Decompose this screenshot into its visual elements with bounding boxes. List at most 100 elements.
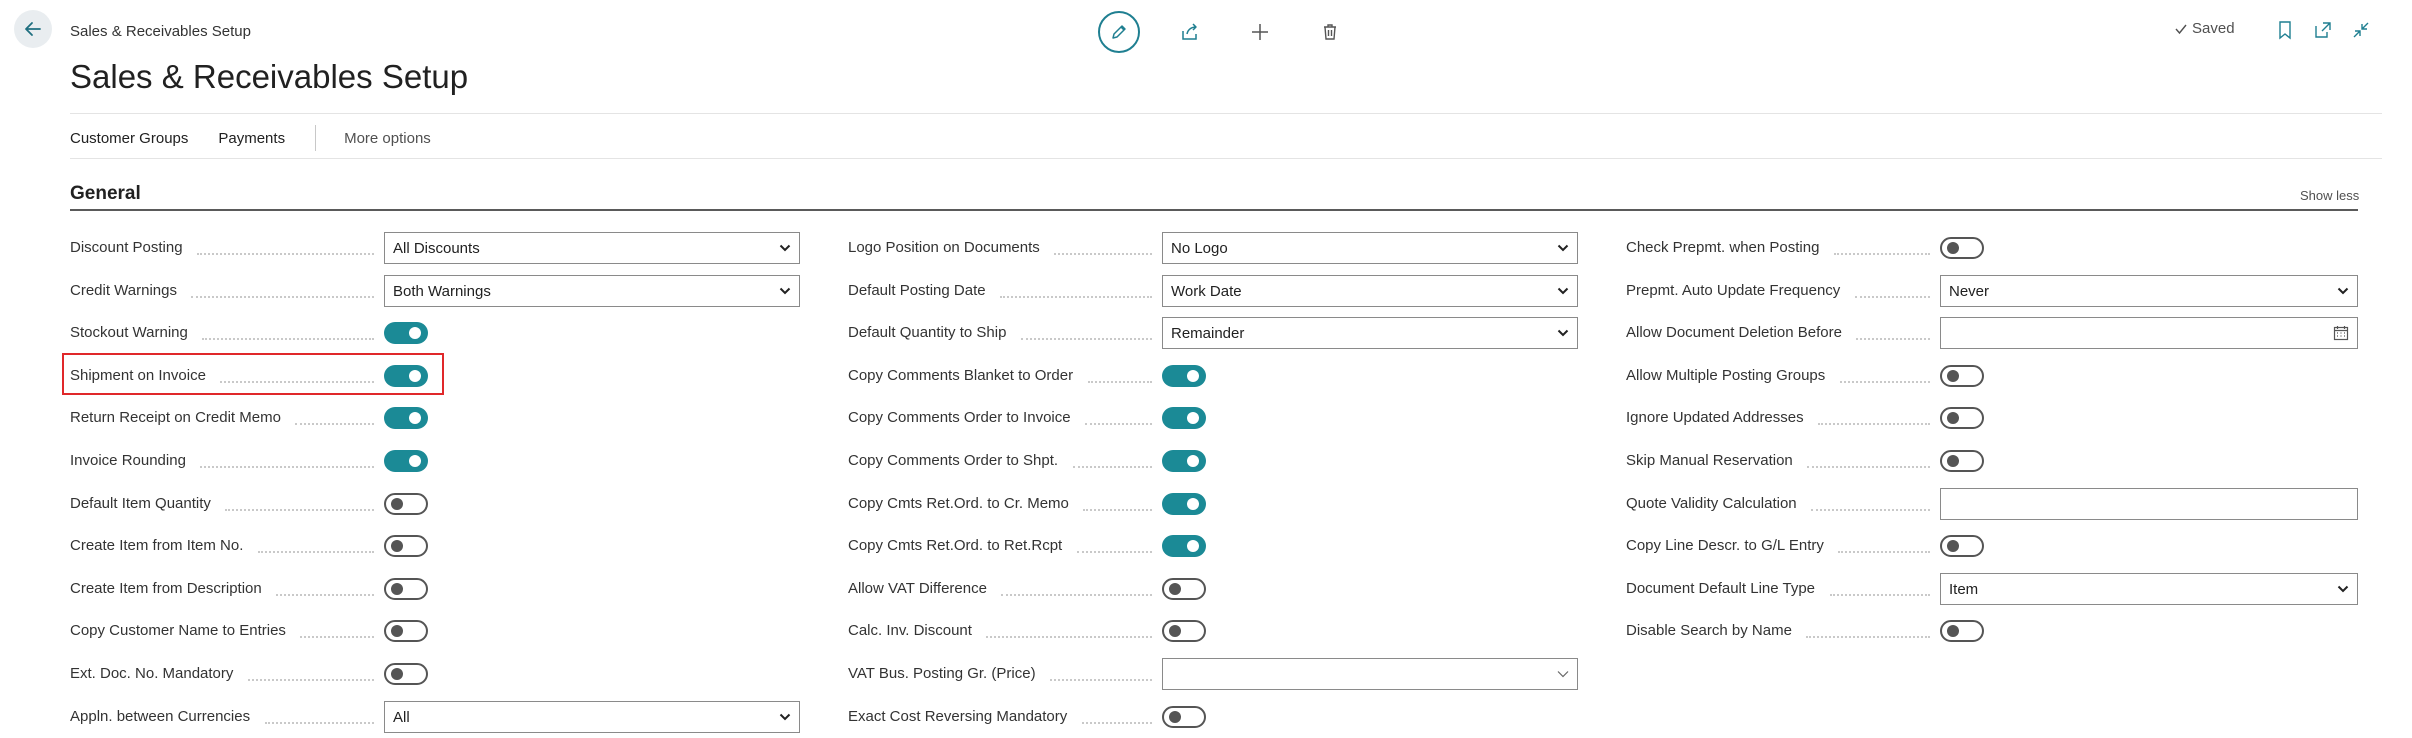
toggle-switch[interactable] <box>384 450 428 472</box>
leader-dots <box>1083 509 1152 511</box>
leader-dots <box>1077 551 1152 553</box>
chevron-down-icon <box>1557 244 1569 252</box>
toggle-knob <box>1187 412 1199 424</box>
dropdown-select[interactable]: No Logo <box>1162 232 1578 264</box>
toggle-switch[interactable] <box>384 493 428 515</box>
leader-dots <box>295 423 374 425</box>
chevron-down-icon <box>2337 585 2349 593</box>
bookmark-button[interactable] <box>2270 12 2300 48</box>
leader-dots <box>1001 594 1152 596</box>
leader-dots <box>1840 381 1930 383</box>
field-label: Default Posting Date <box>848 282 986 299</box>
section-divider <box>70 209 2358 211</box>
leader-dots <box>191 296 374 298</box>
back-button[interactable] <box>14 10 52 48</box>
new-button[interactable] <box>1240 12 1280 52</box>
toggle-switch[interactable] <box>1940 365 1984 387</box>
toggle-switch[interactable] <box>384 578 428 600</box>
field-label: Create Item from Description <box>70 580 262 597</box>
dropdown-select[interactable]: Work Date <box>1162 275 1578 307</box>
toggle-knob <box>1947 625 1959 637</box>
action-bar: Customer Groups Payments More options <box>70 125 431 151</box>
toggle-switch[interactable] <box>1162 706 1206 728</box>
field-label: Copy Comments Blanket to Order <box>848 367 1074 384</box>
delete-button[interactable] <box>1310 12 1350 52</box>
field-check-prepmt-when-posting: Check Prepmt. when Posting <box>1626 232 2358 264</box>
toggle-knob <box>1187 370 1199 382</box>
dropdown-select[interactable]: All <box>384 701 800 733</box>
dropdown-select[interactable]: Never <box>1940 275 2358 307</box>
calendar-icon[interactable] <box>2333 325 2349 341</box>
leader-dots <box>1000 296 1152 298</box>
share-button[interactable] <box>1170 12 1210 52</box>
field-label: Copy Cmts Ret.Ord. to Cr. Memo <box>848 495 1069 512</box>
leader-dots <box>300 636 374 638</box>
leader-dots <box>1806 636 1930 638</box>
toggle-switch[interactable] <box>1940 407 1984 429</box>
toggle-knob <box>409 327 421 339</box>
date-input[interactable] <box>1940 317 2358 349</box>
field-label: Copy Cmts Ret.Ord. to Ret.Rcpt <box>848 537 1063 554</box>
edit-button[interactable] <box>1098 11 1140 53</box>
leader-dots <box>1021 338 1152 340</box>
action-customer-groups[interactable]: Customer Groups <box>70 130 188 147</box>
field-calc-inv-discount: Calc. Inv. Discount <box>848 615 1578 647</box>
toggle-switch[interactable] <box>1162 578 1206 600</box>
leader-dots <box>200 466 374 468</box>
toggle-switch[interactable] <box>384 407 428 429</box>
field-value: Work Date <box>1171 283 1242 300</box>
field-label: Create Item from Item No. <box>70 537 244 554</box>
dropdown-select[interactable]: Item <box>1940 573 2358 605</box>
lookup-input[interactable] <box>1162 658 1578 690</box>
dropdown-select[interactable]: All Discounts <box>384 232 800 264</box>
leader-dots <box>1807 466 1930 468</box>
toggle-switch[interactable] <box>1162 493 1206 515</box>
toggle-switch[interactable] <box>1940 450 1984 472</box>
field-value: All <box>393 709 410 726</box>
leader-dots <box>1830 594 1930 596</box>
action-bar-divider <box>70 158 2382 159</box>
breadcrumb[interactable]: Sales & Receivables Setup <box>70 23 251 40</box>
open-new-window-button[interactable] <box>2308 12 2338 48</box>
toggle-switch[interactable] <box>1940 535 1984 557</box>
toggle-knob <box>391 625 403 637</box>
field-label: Invoice Rounding <box>70 452 186 469</box>
more-options-button[interactable]: More options <box>344 130 431 147</box>
text-input[interactable] <box>1940 488 2358 520</box>
field-label: Credit Warnings <box>70 282 177 299</box>
share-icon <box>1182 23 1197 40</box>
field-appln-between-currencies: Appln. between Currencies All <box>70 701 800 733</box>
dropdown-select[interactable]: Remainder <box>1162 317 1578 349</box>
plus-icon <box>1252 24 1268 40</box>
toggle-switch[interactable] <box>384 535 428 557</box>
toggle-knob <box>409 412 421 424</box>
toggle-switch[interactable] <box>384 620 428 642</box>
toggle-knob <box>391 540 403 552</box>
field-label: Logo Position on Documents <box>848 239 1040 256</box>
toggle-switch[interactable] <box>1162 535 1206 557</box>
field-copy-comments-order-to-shpt: Copy Comments Order to Shpt. <box>848 445 1578 477</box>
action-payments[interactable]: Payments <box>218 130 285 147</box>
toggle-switch[interactable] <box>1162 450 1206 472</box>
collapse-button[interactable] <box>2346 12 2376 48</box>
toggle-switch[interactable] <box>1940 620 1984 642</box>
toggle-switch[interactable] <box>1940 237 1984 259</box>
toggle-switch[interactable] <box>384 322 428 344</box>
toggle-switch[interactable] <box>1162 407 1206 429</box>
field-label: Check Prepmt. when Posting <box>1626 239 1820 256</box>
leader-dots <box>1838 551 1930 553</box>
toggle-switch[interactable] <box>1162 365 1206 387</box>
field-label: Stockout Warning <box>70 324 188 341</box>
leader-dots <box>1834 253 1930 255</box>
toggle-knob <box>409 455 421 467</box>
section-title-general[interactable]: General <box>70 183 141 205</box>
toggle-switch[interactable] <box>1162 620 1206 642</box>
field-value: Both Warnings <box>393 283 491 300</box>
show-less-link[interactable]: Show less <box>2300 188 2359 203</box>
field-label: Quote Validity Calculation <box>1626 495 1797 512</box>
toggle-knob <box>1947 412 1959 424</box>
toggle-switch[interactable] <box>384 663 428 685</box>
dropdown-select[interactable]: Both Warnings <box>384 275 800 307</box>
field-value: Remainder <box>1171 325 1245 342</box>
field-skip-manual-reservation: Skip Manual Reservation <box>1626 445 2358 477</box>
